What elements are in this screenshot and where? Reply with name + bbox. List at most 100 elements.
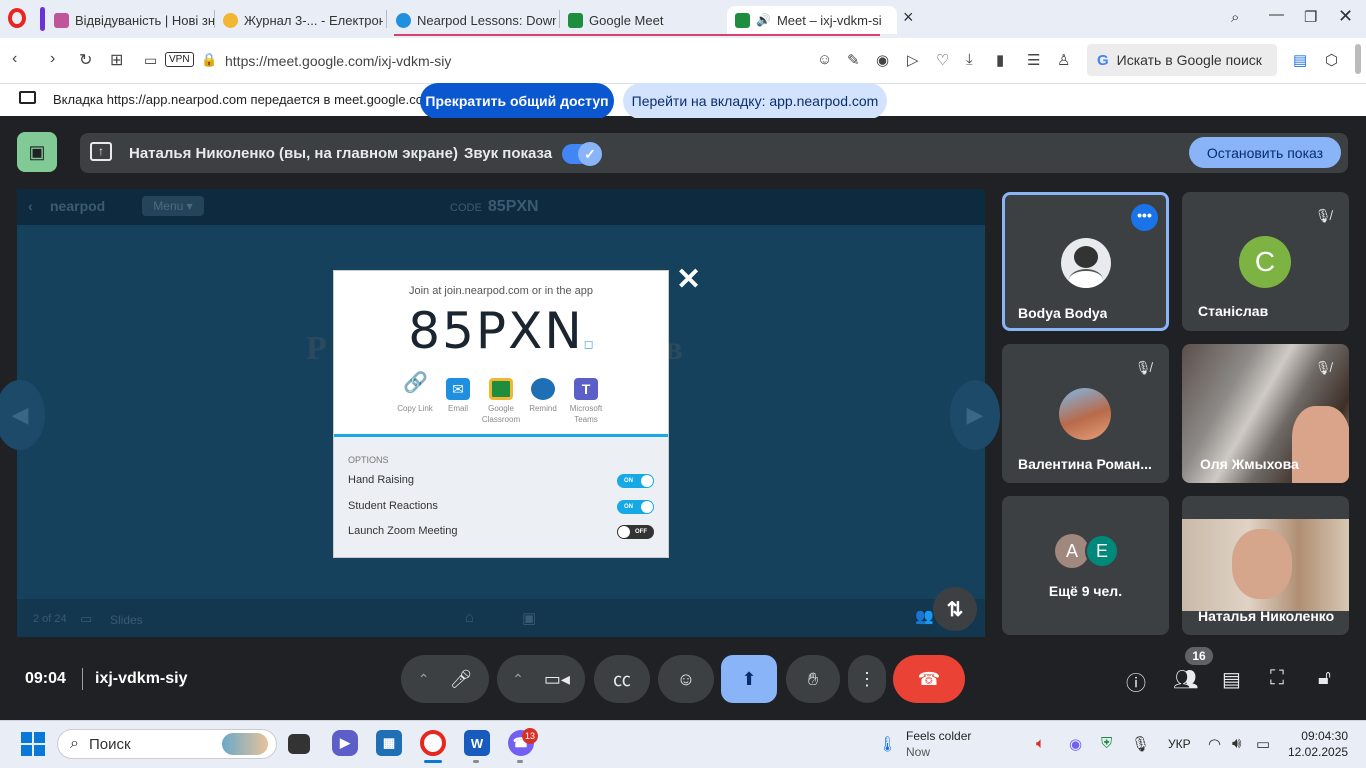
share-info-text: Вкладка https://app.nearpod.com передает… bbox=[53, 92, 434, 107]
swap-layout-icon[interactable]: ⇅ bbox=[933, 587, 977, 631]
google-search-box[interactable]: G Искать в Google поиск bbox=[1087, 44, 1277, 76]
microphone-tray-icon[interactable]: 🎙︎ bbox=[1131, 735, 1150, 753]
reload-icon[interactable]: ↻ bbox=[79, 50, 92, 70]
tab-google-meet[interactable]: Google Meet bbox=[560, 6, 726, 34]
audio-icon[interactable]: 🔊 bbox=[756, 13, 771, 27]
remind-icon bbox=[531, 378, 555, 400]
participant-tile[interactable]: 🎙︎̸ Оля Жмыхова bbox=[1182, 344, 1349, 483]
task-view-icon[interactable] bbox=[288, 734, 310, 754]
emoji-icon[interactable]: ☺ bbox=[817, 51, 832, 68]
meet-favicon-icon bbox=[735, 12, 750, 28]
participant-name: Наталья Николенко bbox=[1198, 608, 1335, 624]
host-controls-icon[interactable]: 🔓︎ bbox=[1318, 667, 1331, 690]
search-tabs-icon[interactable]: ⌕ bbox=[1231, 9, 1239, 26]
extensions-icon[interactable]: ⬡ bbox=[1325, 51, 1338, 69]
word-icon[interactable]: W bbox=[464, 730, 490, 756]
opera-menu-icon[interactable] bbox=[8, 8, 26, 28]
chat-icon[interactable]: ▤ bbox=[1222, 667, 1241, 692]
more-options-icon[interactable]: ••• bbox=[1131, 204, 1158, 231]
screen-share-icon bbox=[19, 91, 36, 104]
leave-call-button[interactable]: ☎︎ bbox=[893, 655, 965, 703]
captions-icon: ㏄ bbox=[613, 670, 631, 690]
weather-title[interactable]: Feels colder bbox=[906, 729, 971, 743]
download-icon[interactable]: ⤓ bbox=[966, 51, 973, 68]
share-sound-toggle[interactable]: ✓ bbox=[562, 142, 602, 166]
url-field[interactable]: https://meet.google.com/ixj-vdkm-siy bbox=[225, 53, 451, 69]
weather-icon[interactable]: 🌡︎ bbox=[878, 735, 897, 753]
people-count-badge: 16 bbox=[1185, 647, 1213, 665]
snapshot-icon[interactable]: ◉ bbox=[876, 51, 889, 69]
speed-dial-icon[interactable]: ⊞ bbox=[110, 50, 123, 70]
info-icon[interactable]: ⓘ bbox=[1126, 667, 1146, 696]
participant-tile[interactable]: 🎙︎̸ Валентина Роман... bbox=[1002, 344, 1169, 483]
more-options-button[interactable]: ⋮ bbox=[848, 655, 886, 703]
present-layout-icon[interactable]: ▣ bbox=[17, 132, 57, 172]
viber-tray-icon[interactable]: ◉ bbox=[1069, 735, 1082, 753]
search-placeholder: Поиск bbox=[88, 735, 131, 753]
nearpod-code-header: CODE 85PXN bbox=[450, 198, 539, 216]
heart-icon[interactable]: ♡ bbox=[936, 51, 949, 69]
lock-icon[interactable]: 🔒 bbox=[201, 52, 217, 68]
security-icon[interactable]: ⛨ bbox=[1101, 735, 1112, 752]
scrollbar[interactable] bbox=[1355, 44, 1361, 74]
battery-icon[interactable]: ▭ bbox=[1256, 735, 1270, 753]
participant-tile[interactable]: 🎙︎̸ C Станіслав bbox=[1182, 192, 1349, 331]
microphone-icon[interactable]: 🎤︎ bbox=[449, 669, 472, 690]
participant-tile[interactable]: Наталья Николенко bbox=[1182, 496, 1349, 635]
mic-off-icon: 🎙︎̸ bbox=[1134, 360, 1152, 375]
camera-options-icon[interactable]: ⌃ bbox=[512, 671, 524, 688]
avatar: E bbox=[1085, 534, 1119, 568]
minimize-icon[interactable]: — bbox=[1269, 6, 1284, 23]
opera-taskbar-icon[interactable] bbox=[420, 730, 446, 756]
forward-icon[interactable]: › bbox=[50, 50, 55, 68]
running-indicator bbox=[517, 760, 523, 763]
system-time[interactable]: 09:04:30 bbox=[1296, 729, 1348, 743]
system-date[interactable]: 12.02.2025 bbox=[1288, 745, 1348, 759]
video-feed bbox=[1292, 406, 1349, 483]
tab-close-icon[interactable]: × bbox=[903, 7, 914, 28]
participant-tile[interactable]: A E Ещё 9 чел. bbox=[1002, 496, 1169, 635]
taskbar-search[interactable]: ⌕ Поиск bbox=[57, 729, 277, 759]
home-icon: ⌂ bbox=[465, 609, 475, 626]
go-to-tab-button[interactable]: Перейти на вкладку: app.nearpod.com bbox=[623, 83, 887, 119]
player-icon[interactable]: ▷ bbox=[907, 51, 919, 69]
tab-nearpod[interactable]: Nearpod Lessons: Downlo bbox=[388, 6, 556, 34]
raise-hand-button[interactable]: ✋︎ bbox=[786, 655, 840, 703]
speaker-muted-icon[interactable]: 🔈︎ bbox=[1036, 735, 1045, 752]
people-icon[interactable]: 👥︎ bbox=[1173, 667, 1198, 692]
easy-setup-icon[interactable]: ☰ bbox=[1027, 51, 1040, 69]
sidebar-toggle-icon[interactable]: ▤ bbox=[1293, 51, 1307, 69]
wifi-icon[interactable]: ◠ bbox=[1208, 735, 1221, 753]
close-window-icon[interactable]: ✕ bbox=[1338, 6, 1353, 27]
wallet-icon[interactable]: ▮ bbox=[996, 51, 1004, 69]
restore-icon[interactable]: ❐ bbox=[1304, 8, 1317, 26]
link-icon: 🔗 bbox=[403, 372, 428, 394]
teams-chat-icon[interactable]: ▶ bbox=[332, 730, 358, 756]
tab-journal[interactable]: Журнал 3-... - Електронні bbox=[215, 6, 383, 34]
volume-icon[interactable]: 🔊︎ bbox=[1232, 735, 1241, 752]
stop-sharing-button[interactable]: Прекратить общий доступ bbox=[420, 83, 614, 119]
tab-label: Meet – ixj-vdkm-si bbox=[776, 12, 882, 28]
back-icon[interactable]: ‹ bbox=[12, 50, 17, 68]
tab-attendance[interactable]: Відвідуваність | Нові знан bbox=[46, 6, 214, 34]
profile-icon[interactable]: ♙ bbox=[1057, 51, 1070, 69]
present-upload-icon: ↑ bbox=[90, 142, 112, 161]
camera-icon[interactable]: ▭◂ bbox=[544, 669, 570, 690]
reactions-button[interactable]: ☺ bbox=[658, 655, 714, 703]
camera-tab-icon[interactable]: ▭ bbox=[144, 52, 157, 69]
captions-button[interactable]: ㏄ bbox=[594, 655, 650, 703]
check-icon: ✓ bbox=[578, 142, 602, 166]
share-option-label: Remind bbox=[529, 404, 557, 413]
present-button[interactable]: ⬆ bbox=[721, 655, 777, 703]
mic-options-icon[interactable]: ⌃ bbox=[418, 671, 430, 688]
tab-meet-active[interactable]: 🔊 Meet – ixj-vdkm-si bbox=[727, 6, 897, 34]
windows-start-icon[interactable] bbox=[21, 732, 45, 756]
stop-presenting-button[interactable]: Остановить показ bbox=[1189, 137, 1341, 168]
store-icon[interactable]: ▦ bbox=[376, 730, 402, 756]
vpn-badge[interactable]: VPN bbox=[165, 52, 194, 67]
share-option-label: Google Classroom bbox=[481, 404, 521, 424]
edit-icon[interactable]: ✎ bbox=[847, 51, 860, 69]
activities-icon[interactable]: ⛶ bbox=[1270, 667, 1284, 690]
participant-name: Валентина Роман... bbox=[1018, 456, 1152, 472]
language-indicator[interactable]: УКР bbox=[1168, 737, 1191, 751]
